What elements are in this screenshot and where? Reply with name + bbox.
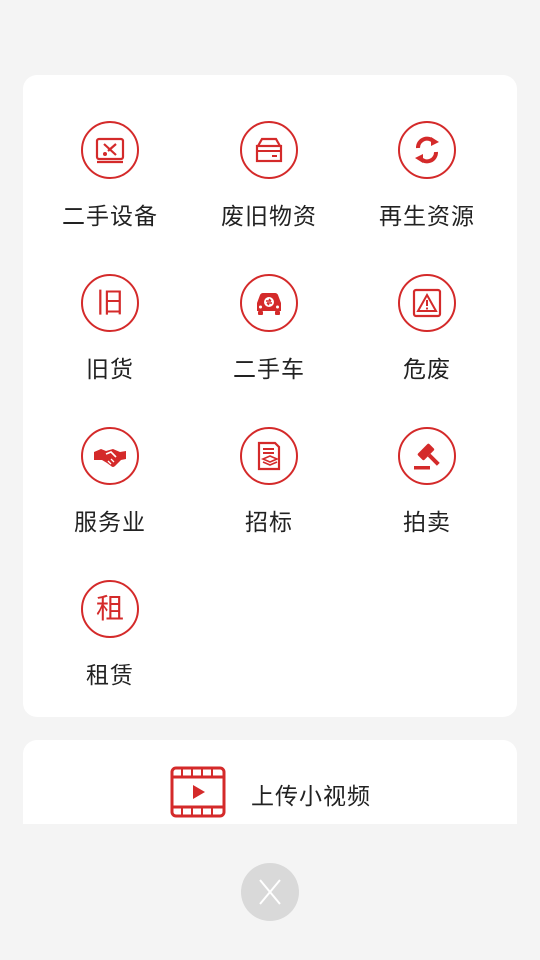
document-icon (240, 427, 298, 485)
handshake-icon (81, 427, 139, 485)
gavel-icon (398, 427, 456, 485)
close-button[interactable] (241, 863, 299, 921)
tools-box-icon (81, 121, 139, 179)
category-used-car[interactable]: 二手车 (190, 274, 348, 427)
video-icon (170, 766, 226, 818)
warning-icon (398, 274, 456, 332)
category-label: 二手车 (233, 357, 305, 383)
upload-video-label: 上传小视频 (251, 784, 371, 810)
category-grid: 二手设备 废旧物资 再生资源 旧 旧货 二手车 危废 服务业 招标 拍卖 租 租… (23, 121, 517, 733)
category-hazardous-waste[interactable]: 危废 (348, 274, 506, 427)
category-label: 二手设备 (62, 204, 158, 230)
car-icon (240, 274, 298, 332)
category-used-equipment[interactable]: 二手设备 (30, 121, 190, 274)
category-auction[interactable]: 拍卖 (348, 427, 506, 580)
category-rental[interactable]: 租 租赁 (30, 580, 190, 733)
category-label: 旧货 (86, 357, 134, 383)
category-label: 拍卖 (403, 510, 451, 536)
category-services[interactable]: 服务业 (30, 427, 190, 580)
category-second-hand-goods[interactable]: 旧 旧货 (30, 274, 190, 427)
category-label: 租赁 (86, 663, 134, 689)
jiu-character-icon: 旧 (81, 274, 139, 332)
category-renewable-resources[interactable]: 再生资源 (348, 121, 506, 274)
category-waste-materials[interactable]: 废旧物资 (190, 121, 348, 274)
category-label: 再生资源 (379, 204, 475, 230)
category-label: 招标 (245, 510, 293, 536)
upload-video-button[interactable]: 上传小视频 (23, 740, 517, 824)
box-icon (240, 121, 298, 179)
publish-menu-page: 二手设备 废旧物资 再生资源 旧 旧货 二手车 危废 服务业 招标 拍卖 租 租… (0, 0, 540, 960)
zu-character-icon: 租 (81, 580, 139, 638)
category-bidding[interactable]: 招标 (190, 427, 348, 580)
recycle-icon (398, 121, 456, 179)
category-label: 服务业 (74, 510, 146, 536)
close-icon (259, 879, 281, 905)
category-label: 废旧物资 (221, 204, 317, 230)
category-card: 二手设备 废旧物资 再生资源 旧 旧货 二手车 危废 服务业 招标 拍卖 租 租… (23, 75, 517, 717)
category-label: 危废 (403, 357, 451, 383)
